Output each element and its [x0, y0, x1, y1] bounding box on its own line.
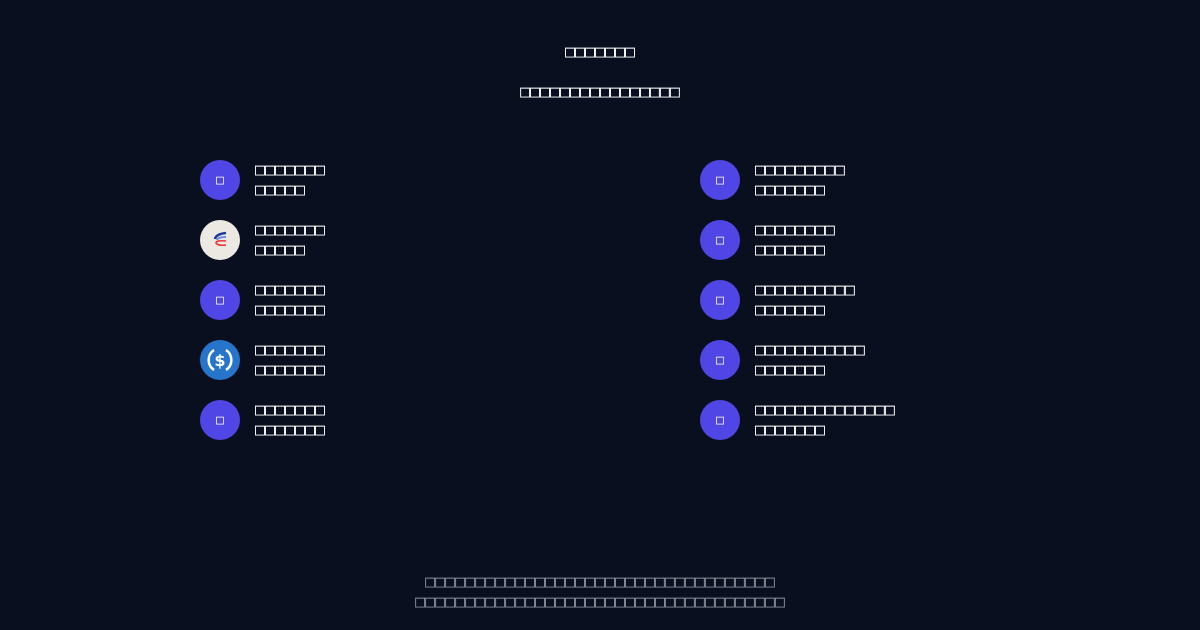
right-list: □ □□□□□□□□□ □□□□□□□ □ □□□□□□□□ □□□□□□□ □ □…: [700, 160, 895, 460]
placeholder-glyph-icon: □: [700, 400, 740, 440]
placeholder-glyph-icon: □: [700, 340, 740, 380]
item-detail: □□□□□□□: [755, 240, 825, 259]
list-item[interactable]: □□□□□□□ □□□□□: [200, 220, 325, 260]
item-name: □□□□□□□□□: [755, 160, 845, 179]
item-name: □□□□□□□: [255, 280, 325, 299]
item-name: □□□□□□□: [255, 340, 325, 359]
footer-line-2: □□□□□□□□□□□□□□□□□□□□□□□□□□□□□□□□□□□□□: [415, 592, 785, 611]
item-detail: □□□□□□□: [255, 360, 325, 379]
item-name: □□□□□□□: [255, 400, 325, 419]
item-detail: □□□□□□□: [255, 420, 325, 439]
item-detail: □□□□□: [255, 180, 305, 199]
list-item[interactable]: □ □□□□□□□ □□□□□□□: [200, 400, 325, 440]
svg-text:$: $: [214, 351, 225, 370]
placeholder-glyph-icon: □: [200, 160, 240, 200]
list-item[interactable]: □ □□□□□□□ □□□□□□□: [200, 280, 325, 320]
stripes-logo-icon: [200, 220, 240, 260]
footer-line-1: □□□□□□□□□□□□□□□□□□□□□□□□□□□□□□□□□□□: [425, 572, 775, 591]
item-name: □□□□□□□: [255, 220, 325, 239]
list-item[interactable]: □ □□□□□□□□□□□ □□□□□□□: [700, 340, 895, 380]
item-name: □□□□□□□□: [755, 220, 835, 239]
page-title: □□□□□□□: [565, 42, 635, 61]
left-list: □ □□□□□□□ □□□□□ □□□□□□□ □□□□□ □ □□□□□□□ □□□…: [200, 160, 325, 460]
item-detail: □□□□□□□: [755, 420, 825, 439]
placeholder-glyph-icon: □: [700, 220, 740, 260]
placeholder-glyph-icon: □: [700, 160, 740, 200]
placeholder-glyph-icon: □: [200, 280, 240, 320]
item-name: □□□□□□□□□□: [755, 280, 855, 299]
list-item[interactable]: □ □□□□□□□□□ □□□□□□□: [700, 160, 895, 200]
usdc-dollar-icon: $: [200, 340, 240, 380]
placeholder-glyph-icon: □: [200, 400, 240, 440]
item-detail: □□□□□□□: [755, 180, 825, 199]
list-item[interactable]: □ □□□□□□□□□□□□□□ □□□□□□□: [700, 400, 895, 440]
placeholder-glyph-icon: □: [700, 280, 740, 320]
item-detail: □□□□□: [255, 240, 305, 259]
list-item[interactable]: $ □□□□□□□ □□□□□□□: [200, 340, 325, 380]
item-name: □□□□□□□□□□□□□□: [755, 400, 895, 419]
item-name: □□□□□□□: [255, 160, 325, 179]
list-item[interactable]: □ □□□□□□□□ □□□□□□□: [700, 220, 895, 260]
list-item[interactable]: □ □□□□□□□ □□□□□: [200, 160, 325, 200]
item-name: □□□□□□□□□□□: [755, 340, 865, 359]
item-detail: □□□□□□□: [755, 360, 825, 379]
page-subtitle: □□□□□□□□□□□□□□□□: [520, 82, 680, 101]
list-item[interactable]: □ □□□□□□□□□□ □□□□□□□: [700, 280, 895, 320]
item-detail: □□□□□□□: [755, 300, 825, 319]
item-detail: □□□□□□□: [255, 300, 325, 319]
